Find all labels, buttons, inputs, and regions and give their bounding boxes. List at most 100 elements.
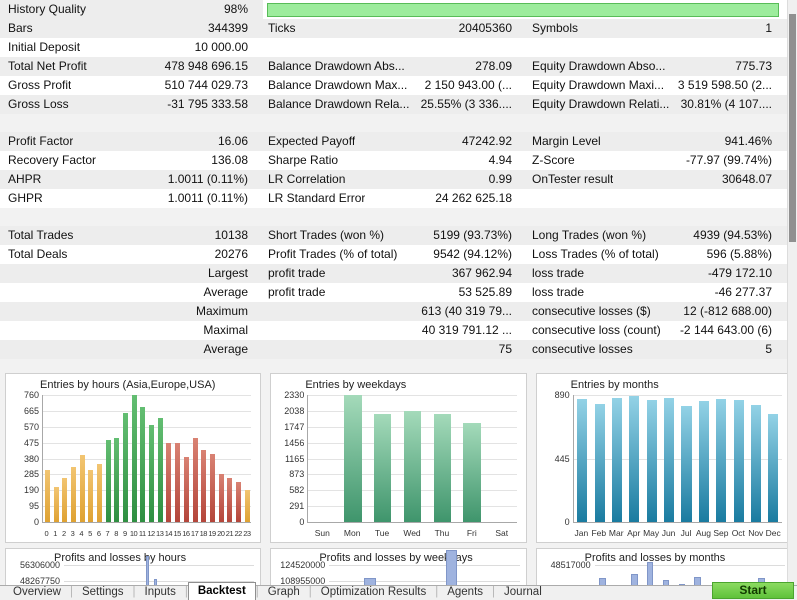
vertical-scrollbar[interactable] bbox=[787, 0, 797, 585]
stat-cell: consecutive losses ($)12 (-812 688.00) bbox=[527, 302, 797, 321]
bar bbox=[97, 464, 102, 522]
tab-journal[interactable]: Journal bbox=[495, 585, 551, 600]
tab-overview[interactable]: Overview bbox=[4, 585, 70, 600]
bar-slot bbox=[338, 395, 368, 522]
stat-row: Initial Deposit10 000.00 bbox=[0, 38, 797, 57]
stat-value: -479 172.10 bbox=[584, 264, 772, 283]
stat-cell: Recovery Factor136.08 bbox=[0, 151, 263, 170]
stat-row: Total Net Profit478 948 696.15Balance Dr… bbox=[0, 57, 797, 76]
bar-slot bbox=[72, 565, 80, 585]
stat-cell: Sharpe Ratio4.94 bbox=[263, 151, 527, 170]
scrollbar-thumb[interactable] bbox=[789, 14, 796, 242]
stat-value: 40 319 791.12 ... bbox=[268, 321, 512, 340]
bar bbox=[106, 440, 111, 522]
stat-label: LR Correlation bbox=[268, 170, 345, 189]
start-button[interactable]: Start bbox=[712, 582, 794, 599]
x-tick-label: 17 bbox=[190, 529, 199, 538]
bar-slot bbox=[159, 565, 167, 585]
stat-row: Largestprofit trade367 962.94loss trade-… bbox=[0, 264, 797, 283]
chart-plot: 760665570475380285190950 bbox=[42, 395, 251, 523]
bar-slot bbox=[243, 395, 252, 522]
bar-series bbox=[308, 395, 516, 522]
stat-cell: GHPR1.0011 (0.11%) bbox=[0, 189, 263, 208]
bar-slot bbox=[427, 395, 457, 522]
stat-value: 344399 bbox=[33, 19, 248, 38]
x-tick-label: 15 bbox=[173, 529, 182, 538]
x-tick-label: Dec bbox=[764, 528, 781, 538]
x-tick-label: 6 bbox=[94, 529, 103, 538]
x-tick-label: Jun bbox=[660, 528, 677, 538]
x-tick-label: 2 bbox=[59, 529, 68, 538]
y-tick-label: 0 bbox=[538, 517, 570, 527]
bar bbox=[132, 395, 137, 522]
stat-cell: Balance Drawdown Rela...25.55% (3 336...… bbox=[263, 95, 527, 114]
bar-slot bbox=[643, 395, 660, 522]
stat-cell: Gross Profit510 744 029.73 bbox=[0, 76, 263, 95]
x-tick-label: 14 bbox=[164, 529, 173, 538]
bar bbox=[364, 578, 375, 585]
bar-slot bbox=[96, 565, 104, 585]
x-tick-label: May bbox=[642, 528, 659, 538]
bar-slot bbox=[465, 565, 492, 585]
stat-cell: consecutive loss (count)-2 144 643.00 (6… bbox=[527, 321, 797, 340]
bar-slot bbox=[713, 395, 730, 522]
tab-inputs[interactable]: Inputs bbox=[136, 585, 185, 600]
stat-value: 5199 (93.73%) bbox=[384, 226, 512, 245]
bar-slot bbox=[626, 565, 642, 585]
stat-label: Profit Trades (% of total) bbox=[268, 245, 397, 264]
y-tick-label: 665 bbox=[7, 406, 39, 416]
bar bbox=[175, 443, 180, 522]
bar bbox=[612, 398, 622, 522]
x-tick-label: Aug bbox=[695, 528, 712, 538]
stat-value: 47242.92 bbox=[355, 132, 512, 151]
bar bbox=[71, 467, 76, 522]
x-tick-label: Mon bbox=[337, 528, 367, 538]
bar-slot bbox=[173, 395, 182, 522]
bar bbox=[184, 457, 189, 522]
stat-cell: Average bbox=[0, 283, 263, 302]
stat-cell bbox=[527, 38, 797, 57]
stat-cell: Maximum bbox=[0, 302, 263, 321]
stat-value: 10138 bbox=[73, 226, 248, 245]
x-tick-label: 12 bbox=[147, 529, 156, 538]
x-tick-label: 18 bbox=[199, 529, 208, 538]
stat-row: Average75consecutive losses5 bbox=[0, 340, 797, 359]
stat-cell: Bars344399 bbox=[0, 19, 263, 38]
stat-cell: Z-Score-77.97 (99.74%) bbox=[527, 151, 797, 170]
stat-cell: LR Standard Error24 262 625.18 bbox=[263, 189, 527, 208]
bar bbox=[45, 470, 50, 522]
stat-value: 75 bbox=[268, 340, 512, 359]
y-tick-label: 124520000 bbox=[273, 560, 325, 570]
stat-row: Total Deals20276Profit Trades (% of tota… bbox=[0, 245, 797, 264]
tab-backtest[interactable]: Backtest bbox=[188, 582, 256, 600]
stats-table: History Quality98%Bars344399Ticks2040536… bbox=[0, 0, 797, 359]
bar-slot bbox=[120, 565, 128, 585]
chart-profits-by-hours: Profits and losses by hours5630600048267… bbox=[5, 548, 261, 585]
stat-value: 510 744 029.73 bbox=[71, 76, 248, 95]
x-tick-label: 10 bbox=[129, 529, 138, 538]
bar-slot bbox=[730, 395, 747, 522]
x-tick-label: Wed bbox=[397, 528, 427, 538]
bar-slot bbox=[43, 395, 52, 522]
stat-value: 9542 (94.12%) bbox=[397, 245, 512, 264]
tab-graph[interactable]: Graph bbox=[259, 585, 309, 600]
stat-row: Gross Loss-31 795 333.58Balance Drawdown… bbox=[0, 95, 797, 114]
stat-value: Average bbox=[8, 283, 248, 302]
bar bbox=[146, 556, 149, 585]
stat-value: 16.06 bbox=[73, 132, 248, 151]
bar-slot bbox=[147, 395, 156, 522]
stat-label: LR Standard Error bbox=[268, 189, 365, 208]
stat-cell: Expected Payoff47242.92 bbox=[263, 132, 527, 151]
stat-row: Averageprofit trade53 525.89loss trade-4… bbox=[0, 283, 797, 302]
bar bbox=[245, 490, 250, 522]
tab-agents[interactable]: Agents bbox=[438, 585, 492, 600]
stat-value: 3 519 598.50 (2... bbox=[664, 76, 772, 95]
bar bbox=[699, 401, 709, 522]
tab-optimization-results[interactable]: Optimization Results bbox=[312, 585, 435, 600]
entry-charts-row: Entries by hours (Asia,Europe,USA)760665… bbox=[0, 359, 797, 548]
bar bbox=[193, 438, 198, 522]
y-tick-label: 873 bbox=[272, 469, 304, 479]
x-axis-labels: 01234567891011121314151617181920212223 bbox=[42, 529, 251, 538]
x-tick-label: Jul bbox=[677, 528, 694, 538]
tab-settings[interactable]: Settings bbox=[73, 585, 133, 600]
